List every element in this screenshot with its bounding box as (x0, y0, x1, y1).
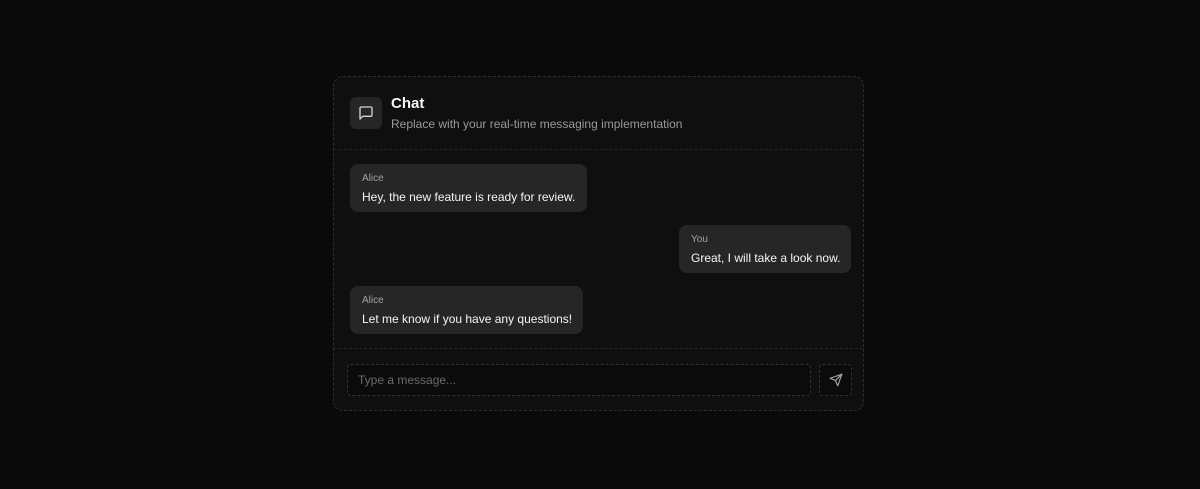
message-list: Alice Hey, the new feature is ready for … (334, 150, 863, 351)
chat-card: Chat Replace with your real-time messagi… (333, 76, 864, 411)
chat-title: Chat (391, 95, 425, 112)
message-bubble: Alice Hey, the new feature is ready for … (350, 164, 587, 212)
message-composer (334, 348, 863, 410)
send-icon (829, 373, 843, 387)
message-square-icon (350, 97, 382, 129)
message-bubble: Alice Let me know if you have any questi… (350, 286, 583, 334)
message-text: Great, I will take a look now. (691, 251, 841, 265)
message-bubble: You Great, I will take a look now. (679, 225, 851, 273)
chat-subtitle: Replace with your real-time messaging im… (391, 117, 683, 131)
message-sender: Alice (362, 173, 384, 184)
message-text: Hey, the new feature is ready for review… (362, 190, 576, 204)
message-text: Let me know if you have any questions! (362, 312, 573, 326)
chat-header: Chat Replace with your real-time messagi… (334, 77, 863, 150)
message-sender: Alice (362, 295, 384, 306)
send-button[interactable] (819, 364, 852, 396)
message-input[interactable] (347, 364, 811, 396)
message-sender: You (691, 234, 708, 245)
